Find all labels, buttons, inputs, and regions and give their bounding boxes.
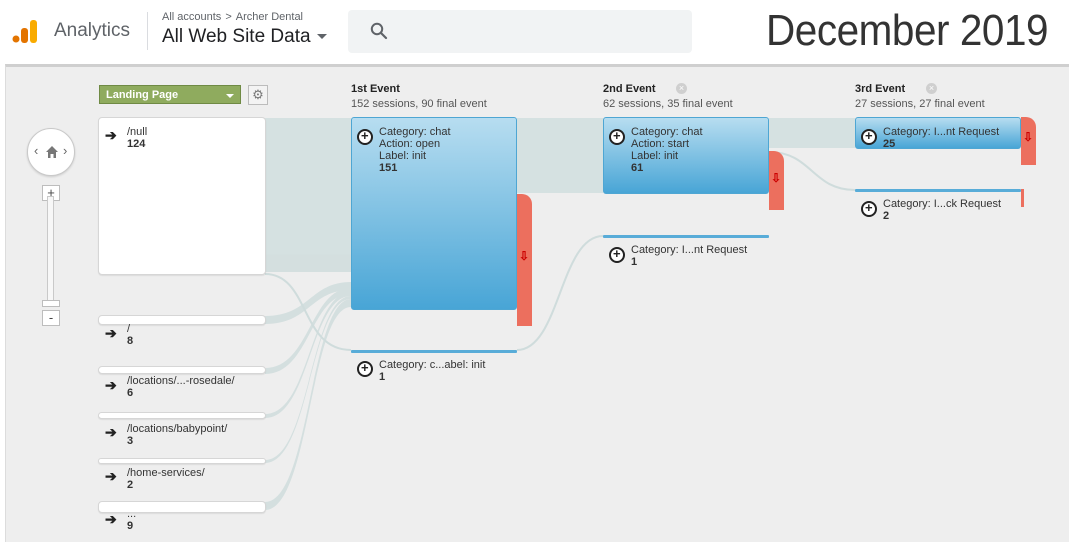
landing-page-count: 6 xyxy=(127,387,134,399)
close-icon[interactable]: × xyxy=(926,83,937,94)
event1-node-small[interactable] xyxy=(351,350,517,353)
column-summary: 152 sessions, 90 final event xyxy=(351,98,487,110)
landing-page-count: 2 xyxy=(127,479,134,491)
event3-node-small[interactable] xyxy=(855,189,1021,192)
event-category: Category: c...abel: init xyxy=(379,359,486,371)
analytics-screen: Analytics All accounts > Archer Dental All… xyxy=(0,0,1081,548)
dimension-dropdown-label: Landing Page xyxy=(106,89,179,101)
event-category: Category: chat xyxy=(631,126,703,138)
event-node-label: Category: I...ck Request 2 xyxy=(883,198,1001,222)
landing-node-root[interactable] xyxy=(98,315,266,325)
chevron-down-icon xyxy=(226,94,234,98)
event2-node-small[interactable] xyxy=(603,235,769,238)
landing-node-rosedale[interactable] xyxy=(98,366,266,374)
landing-node-home-services[interactable] xyxy=(98,458,266,464)
gear-icon[interactable]: ⚙ xyxy=(248,85,268,105)
landing-page-path: /locations/...-rosedale/ xyxy=(127,375,235,387)
event-count: 2 xyxy=(883,210,890,222)
event-count: 1 xyxy=(379,371,386,383)
event-icon xyxy=(357,360,373,377)
column-header-event3: 3rd Event 27 sessions, 27 final event xyxy=(855,83,985,110)
landing-page-count: 124 xyxy=(127,138,146,150)
event-category: Category: chat xyxy=(379,126,451,138)
landing-arrow-icon: ➔ xyxy=(105,424,117,440)
landing-page-path: / xyxy=(127,323,131,335)
event-node-label: Category: I...nt Request 1 xyxy=(631,244,747,268)
landing-arrow-icon: ➔ xyxy=(105,511,117,527)
event-label: Label: init xyxy=(631,150,679,162)
event-node-label: Category: chat Action: start Label: init… xyxy=(631,126,703,174)
event-count: 1 xyxy=(631,256,638,268)
landing-node-babypoint[interactable] xyxy=(98,412,266,419)
landing-arrow-icon: ➔ xyxy=(105,127,117,143)
landing-node-label: /locations/babypoint/ 3 xyxy=(127,423,227,447)
landing-node-label: /null 124 xyxy=(127,126,147,150)
flow-null-to-chat-open xyxy=(265,118,351,272)
event-node-label: Category: chat Action: open Label: init … xyxy=(379,126,451,174)
event-action: Action: open xyxy=(379,138,441,150)
event-icon xyxy=(609,128,625,145)
column-title: 1st Event xyxy=(351,83,400,95)
zoom-slider-handle[interactable] xyxy=(42,300,60,307)
column-summary: 27 sessions, 27 final event xyxy=(855,98,985,110)
landing-arrow-icon: ➔ xyxy=(105,468,117,484)
landing-page-path: /locations/babypoint/ xyxy=(127,423,228,435)
event-label: Label: init xyxy=(379,150,427,162)
event-icon xyxy=(861,128,877,145)
event-action: Action: start xyxy=(631,138,690,150)
drop-off-arrow-icon: ⇩ xyxy=(519,249,530,263)
zoom-slider-track[interactable] xyxy=(47,196,54,306)
column-header-event1: 1st Event 152 sessions, 90 final event xyxy=(351,83,487,110)
landing-node-other[interactable] xyxy=(98,501,266,513)
event-category: Category: I...ck Request xyxy=(883,198,1001,210)
landing-page-path: /home-services/ xyxy=(127,467,205,479)
chevron-left-icon: ‹ xyxy=(34,143,39,158)
landing-node-label: ... 9 xyxy=(127,508,136,532)
event-category: Category: I...nt Request xyxy=(631,244,748,256)
drop-off-arrow-icon: ⇩ xyxy=(771,171,782,185)
dimension-dropdown[interactable]: Landing Page xyxy=(99,85,241,104)
column-title: 3rd Event xyxy=(855,83,906,95)
event-count: 61 xyxy=(631,162,644,174)
drop-off-bar[interactable] xyxy=(1021,189,1024,207)
event-node-label: Category: c...abel: init 1 xyxy=(379,359,485,383)
event-icon xyxy=(861,200,877,217)
event-count: 151 xyxy=(379,162,398,174)
reset-view-button[interactable]: ‹ › xyxy=(27,128,75,176)
landing-node-label: / 8 xyxy=(127,323,133,347)
landing-node-label: /locations/...-rosedale/ 6 xyxy=(127,375,235,399)
column-title: 2nd Event xyxy=(603,83,656,95)
home-icon xyxy=(46,146,58,158)
zoom-out-button[interactable]: - xyxy=(42,310,60,326)
column-summary: 62 sessions, 35 final event xyxy=(603,98,733,110)
event-category: Category: I...nt Request xyxy=(883,126,1000,138)
event-count: 25 xyxy=(883,138,896,150)
event-icon xyxy=(609,246,625,263)
landing-arrow-icon: ➔ xyxy=(105,377,117,393)
flow-other-to-chat-open xyxy=(265,299,351,510)
event-node-label: Category: I...nt Request 25 xyxy=(883,126,999,150)
landing-page-path: /null xyxy=(127,126,148,138)
close-icon[interactable]: × xyxy=(676,83,687,94)
landing-page-count: 3 xyxy=(127,435,134,447)
flow-chat-open-to-chat-start xyxy=(517,118,603,193)
landing-page-count: 8 xyxy=(127,335,134,347)
landing-node-null[interactable] xyxy=(98,117,266,275)
drop-off-arrow-icon: ⇩ xyxy=(1023,130,1034,144)
flow-chat-start-to-request xyxy=(769,118,855,148)
landing-node-label: /home-services/ 2 xyxy=(127,467,205,491)
event-icon xyxy=(357,128,373,145)
landing-page-path: ... xyxy=(127,508,137,520)
column-header-event2: 2nd Event 62 sessions, 35 final event xyxy=(603,83,733,110)
landing-page-count: 9 xyxy=(127,520,134,532)
chevron-right-icon: › xyxy=(63,143,68,158)
landing-arrow-icon: ➔ xyxy=(105,325,117,341)
